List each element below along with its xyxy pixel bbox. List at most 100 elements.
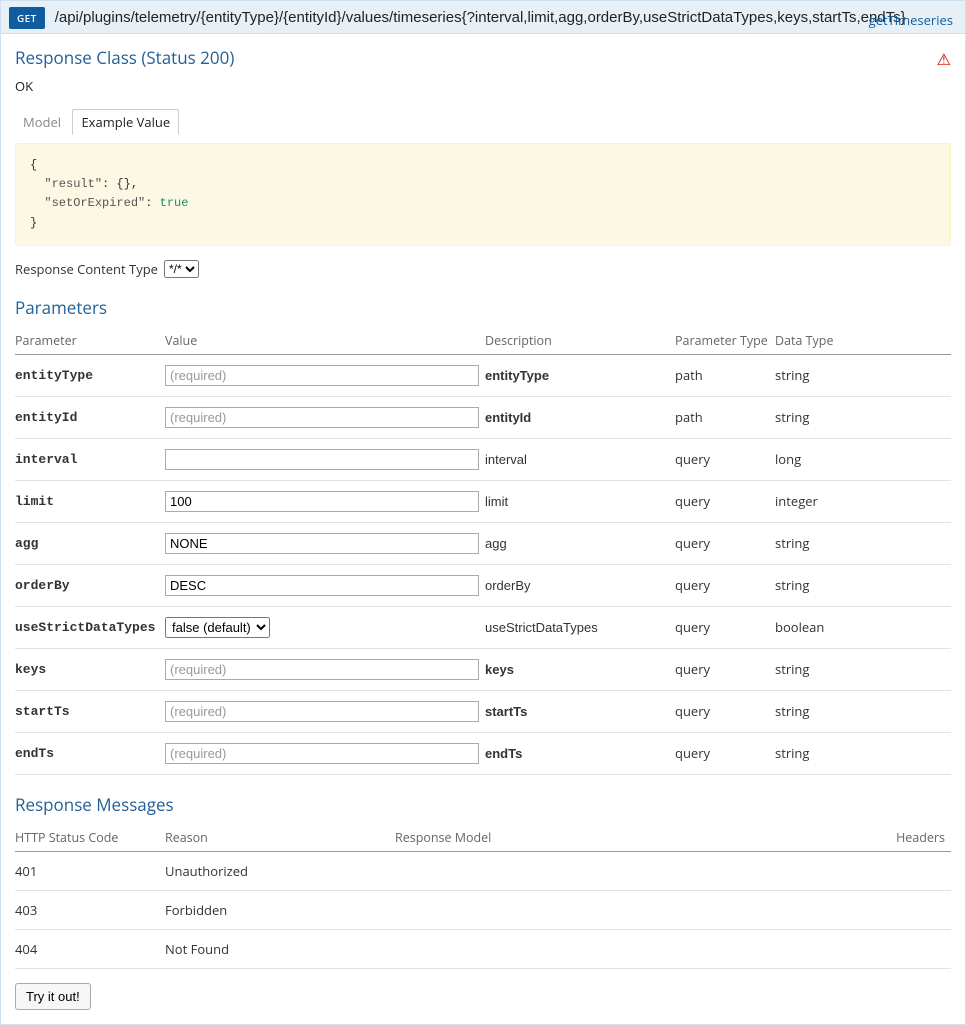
response-content-type-select[interactable]: */* [164, 260, 199, 278]
status-headers [861, 851, 951, 890]
table-row: entityIdentityIdpathstring [15, 396, 951, 438]
table-row: aggaggquerystring [15, 522, 951, 564]
param-input-limit[interactable] [165, 491, 479, 512]
table-row: endTsendTsquerystring [15, 732, 951, 774]
tab-example-value[interactable]: Example Value [72, 109, 179, 135]
table-row: 401Unauthorized [15, 851, 951, 890]
table-row: limitlimitqueryinteger [15, 480, 951, 522]
status-model [395, 851, 861, 890]
tab-model[interactable]: Model [15, 110, 69, 134]
param-data-type: string [775, 354, 951, 396]
param-input-agg[interactable] [165, 533, 479, 554]
table-row: startTsstartTsquerystring [15, 690, 951, 732]
param-type: query [675, 564, 775, 606]
param-input-useStrictDataTypes[interactable]: false (default)true [165, 617, 270, 638]
status-code: 403 [15, 890, 165, 929]
param-type: query [675, 438, 775, 480]
table-row: 404Not Found [15, 929, 951, 968]
param-type: query [675, 648, 775, 690]
example-json[interactable]: { "result": {}, "setOrExpired": true } [15, 143, 951, 246]
http-method-badge: GET [9, 7, 45, 29]
parameters-table: Parameter Value Description Parameter Ty… [15, 327, 951, 775]
col-parameter: Parameter [15, 327, 165, 355]
operation-path: /api/plugins/telemetry/{entityType}/{ent… [55, 7, 957, 28]
param-name: limit [15, 480, 165, 522]
try-it-out-button[interactable]: Try it out! [15, 983, 91, 1010]
table-row: useStrictDataTypesfalse (default)trueuse… [15, 606, 951, 648]
operation-nickname[interactable]: getTimeseries [869, 11, 953, 29]
response-messages-table: HTTP Status Code Reason Response Model H… [15, 824, 951, 969]
param-input-keys[interactable] [165, 659, 479, 680]
status-model [395, 890, 861, 929]
param-type: query [675, 480, 775, 522]
col-http-status-code: HTTP Status Code [15, 824, 165, 852]
param-description: startTs [485, 690, 675, 732]
response-messages-heading: Response Messages [15, 793, 951, 816]
param-data-type: string [775, 396, 951, 438]
col-parameter-type: Parameter Type [675, 327, 775, 355]
param-value-cell [165, 732, 485, 774]
param-type: query [675, 732, 775, 774]
parameters-heading: Parameters [15, 296, 951, 319]
param-value-cell [165, 690, 485, 732]
param-description: interval [485, 438, 675, 480]
param-name: entityType [15, 354, 165, 396]
status-code: 404 [15, 929, 165, 968]
param-value-cell [165, 564, 485, 606]
col-headers: Headers [861, 824, 951, 852]
schema-tabs: Model Example Value [15, 109, 951, 135]
param-name: interval [15, 438, 165, 480]
param-description: orderBy [485, 564, 675, 606]
param-value-cell [165, 480, 485, 522]
warning-icon[interactable]: ⚠ [937, 48, 951, 70]
param-input-entityId[interactable] [165, 407, 479, 428]
col-value: Value [165, 327, 485, 355]
api-operation-panel: GET /api/plugins/telemetry/{entityType}/… [0, 0, 966, 1025]
param-value-cell [165, 354, 485, 396]
param-data-type: string [775, 522, 951, 564]
param-data-type: string [775, 564, 951, 606]
param-description: keys [485, 648, 675, 690]
table-row: intervalintervalquerylong [15, 438, 951, 480]
col-response-model: Response Model [395, 824, 861, 852]
col-data-type: Data Type [775, 327, 951, 355]
param-name: orderBy [15, 564, 165, 606]
param-input-orderBy[interactable] [165, 575, 479, 596]
response-status-text: OK [15, 77, 951, 95]
operation-header[interactable]: GET /api/plugins/telemetry/{entityType}/… [1, 1, 965, 34]
param-data-type: string [775, 690, 951, 732]
col-description: Description [485, 327, 675, 355]
status-reason: Not Found [165, 929, 395, 968]
param-name: keys [15, 648, 165, 690]
param-name: startTs [15, 690, 165, 732]
param-value-cell [165, 522, 485, 564]
param-input-interval[interactable] [165, 449, 479, 470]
param-name: useStrictDataTypes [15, 606, 165, 648]
status-model [395, 929, 861, 968]
param-input-startTs[interactable] [165, 701, 479, 722]
param-data-type: integer [775, 480, 951, 522]
param-data-type: string [775, 648, 951, 690]
response-messages-tbody: 401Unauthorized403Forbidden404Not Found [15, 851, 951, 968]
table-row: 403Forbidden [15, 890, 951, 929]
col-reason: Reason [165, 824, 395, 852]
param-data-type: long [775, 438, 951, 480]
param-type: query [675, 522, 775, 564]
param-input-endTs[interactable] [165, 743, 479, 764]
param-type: path [675, 396, 775, 438]
param-name: agg [15, 522, 165, 564]
param-description: agg [485, 522, 675, 564]
status-headers [861, 890, 951, 929]
param-value-cell [165, 438, 485, 480]
param-description: useStrictDataTypes [485, 606, 675, 648]
status-code: 401 [15, 851, 165, 890]
param-name: endTs [15, 732, 165, 774]
param-value-cell [165, 648, 485, 690]
param-description: entityId [485, 396, 675, 438]
status-reason: Forbidden [165, 890, 395, 929]
param-description: limit [485, 480, 675, 522]
param-input-entityType[interactable] [165, 365, 479, 386]
param-type: query [675, 690, 775, 732]
param-description: endTs [485, 732, 675, 774]
status-reason: Unauthorized [165, 851, 395, 890]
